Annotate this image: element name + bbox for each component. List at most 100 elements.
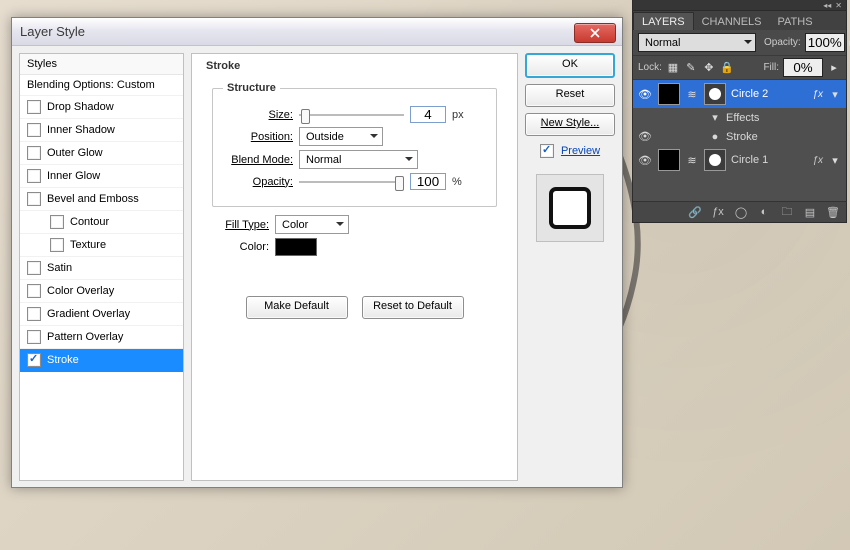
style-checkbox[interactable] [27,307,41,321]
style-label: Outer Glow [47,147,103,159]
chevron-right-icon[interactable]: ▸ [827,61,841,75]
layer-thumbnail[interactable] [658,149,680,171]
visibility-icon[interactable]: 👁 [637,154,653,167]
layer-effect-row[interactable]: 👁●Stroke [633,127,846,146]
style-label: Inner Shadow [47,124,115,136]
new-layer-icon[interactable]: ▤ [803,205,817,219]
layer-name[interactable]: Circle 1 [731,154,807,166]
opacity-label: Opacity: [764,37,801,48]
style-row-satin[interactable]: Satin [20,257,183,280]
size-label: Size: [223,109,293,121]
layers-panel-footer: 🔗 ƒx ◯ ◐ 🗀 ▤ 🗑 [633,201,846,222]
style-checkbox[interactable] [27,261,41,275]
tab-channels[interactable]: CHANNELS [694,13,770,30]
opacity-input[interactable] [410,173,446,190]
fx-badge[interactable]: ƒx [812,155,823,166]
style-row-inner-shadow[interactable]: Inner Shadow [20,119,183,142]
effect-bullet-icon: ▾ [709,111,721,124]
effect-settings-pane: Stroke Structure Size: px Position: [191,53,518,481]
collapse-icon[interactable]: ◂◂ [823,1,831,10]
style-row-pattern-overlay[interactable]: Pattern Overlay [20,326,183,349]
preview-checkbox[interactable] [540,144,554,158]
opacity-slider[interactable] [299,175,404,189]
style-checkbox[interactable] [50,238,64,252]
size-slider[interactable] [299,108,404,122]
link-icon[interactable]: ≋ [685,153,699,167]
dialog-actions: OK Reset New Style... Preview [525,53,615,481]
layer-blendmode-select[interactable]: Normal [638,33,756,52]
adjustment-layer-icon[interactable]: ◐ [757,205,771,219]
position-label: Position: [223,131,293,143]
lock-move-icon[interactable]: ✥ [702,61,716,75]
visibility-icon[interactable]: 👁 [637,88,653,101]
lock-brush-icon[interactable]: ✎ [684,61,698,75]
style-checkbox[interactable] [27,100,41,114]
link-icon[interactable]: ≋ [685,87,699,101]
color-swatch[interactable] [275,238,317,256]
layer-row[interactable]: 👁 ≋ Circle 2 ƒx ▾ [633,80,846,108]
style-checkbox[interactable] [27,123,41,137]
layer-fill-input[interactable] [783,58,823,77]
close-icon [590,28,600,38]
fx-icon[interactable]: ƒx [711,205,725,219]
make-default-button[interactable]: Make Default [246,296,348,319]
style-row-bevel-and-emboss[interactable]: Bevel and Emboss [20,188,183,211]
style-checkbox[interactable] [27,330,41,344]
layer-mask-icon[interactable]: ◯ [734,205,748,219]
fill-label: Fill: [763,62,779,73]
size-input[interactable] [410,106,446,123]
lock-transparent-icon[interactable]: ▦ [666,61,680,75]
tab-layers[interactable]: LAYERS [633,12,694,30]
style-row-stroke[interactable]: Stroke [20,349,183,372]
style-checkbox[interactable] [50,215,64,229]
reset-to-default-button[interactable]: Reset to Default [362,296,464,319]
layer-name[interactable]: Circle 2 [731,88,807,100]
chevron-down-icon[interactable]: ▾ [828,153,842,167]
link-layers-icon[interactable]: 🔗 [688,205,702,219]
close-button[interactable] [574,23,616,43]
close-panel-icon[interactable]: ✕ [835,1,842,10]
layer-row[interactable]: 👁 ≋ Circle 1 ƒx ▾ [633,146,846,174]
blending-options-row[interactable]: Blending Options: Custom [20,75,183,96]
delete-layer-icon[interactable]: 🗑 [826,205,840,219]
styles-list[interactable]: Styles Blending Options: Custom Drop Sha… [19,53,184,481]
layer-opacity-input[interactable] [805,33,845,52]
style-checkbox[interactable] [27,192,41,206]
layer-effect-row[interactable]: ▾ Effects [633,108,846,127]
visibility-icon[interactable]: 👁 [637,130,653,143]
blendmode-select[interactable]: Normal [299,150,418,169]
layer-mask-thumbnail[interactable] [704,83,726,105]
style-checkbox[interactable] [27,353,41,367]
styles-heading[interactable]: Styles [20,54,183,75]
filltype-select[interactable]: Color [275,215,349,234]
style-row-outer-glow[interactable]: Outer Glow [20,142,183,165]
preview-thumbnail [536,174,604,242]
reset-button[interactable]: Reset [525,84,615,107]
style-row-drop-shadow[interactable]: Drop Shadow [20,96,183,119]
layer-mask-thumbnail[interactable] [704,149,726,171]
style-checkbox[interactable] [27,169,41,183]
stroke-group: Stroke Structure Size: px Position: [202,60,507,319]
style-row-gradient-overlay[interactable]: Gradient Overlay [20,303,183,326]
layer-thumbnail[interactable] [658,83,680,105]
style-checkbox[interactable] [27,284,41,298]
effect-name: Effects [726,112,842,124]
position-select[interactable]: Outside [299,127,383,146]
style-label: Gradient Overlay [47,308,130,320]
fx-badge[interactable]: ƒx [812,89,823,100]
chevron-down-icon[interactable]: ▾ [828,87,842,101]
style-row-contour[interactable]: Contour [20,211,183,234]
layers-panel-controls[interactable]: ◂◂ ✕ [633,0,846,11]
style-row-texture[interactable]: Texture [20,234,183,257]
new-style-button[interactable]: New Style... [525,113,615,136]
tab-paths[interactable]: PATHS [770,13,821,30]
lock-all-icon[interactable]: 🔒 [720,61,734,75]
ok-button[interactable]: OK [525,53,615,78]
layer-tree[interactable]: 👁≋Circle 2ƒx▾▾Effects👁●Stroke👁≋Circle 1ƒ… [633,80,846,201]
style-row-color-overlay[interactable]: Color Overlay [20,280,183,303]
style-row-inner-glow[interactable]: Inner Glow [20,165,183,188]
style-checkbox[interactable] [27,146,41,160]
effect-name: Stroke [726,131,842,143]
dialog-titlebar[interactable]: Layer Style [12,18,622,46]
group-icon[interactable]: 🗀 [780,205,794,219]
